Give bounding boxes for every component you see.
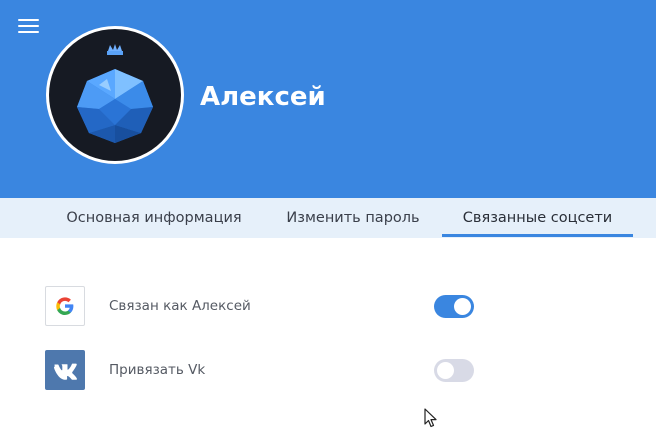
- crystal-avatar-icon: [77, 44, 153, 143]
- google-logo-box: [45, 286, 85, 326]
- active-tab-indicator: [442, 234, 633, 237]
- social-row-vk: Привязать Vk: [0, 350, 656, 390]
- tab-basic-info[interactable]: Основная информация: [54, 198, 254, 238]
- menu-icon[interactable]: [18, 17, 40, 35]
- profile-name: Алексей: [200, 82, 326, 112]
- google-icon: [56, 297, 74, 315]
- vk-link-toggle[interactable]: [434, 359, 474, 382]
- vk-logo-box: [45, 350, 85, 390]
- toggle-knob: [454, 298, 471, 315]
- toggle-knob: [437, 362, 454, 379]
- tab-bar: Основная информация Изменить пароль Связ…: [0, 198, 656, 238]
- social-row-google: Связан как Алексей: [0, 286, 656, 326]
- tab-change-password[interactable]: Изменить пароль: [272, 198, 434, 238]
- google-link-status: Связан как Алексей: [109, 298, 251, 314]
- google-link-toggle[interactable]: [434, 295, 474, 318]
- avatar[interactable]: [46, 26, 184, 164]
- profile-header: Алексей: [0, 0, 656, 198]
- vk-icon: [54, 363, 77, 380]
- tab-linked-socials[interactable]: Связанные соцсети: [442, 198, 633, 238]
- mouse-cursor-icon: [424, 408, 437, 428]
- vk-link-status: Привязать Vk: [109, 362, 206, 378]
